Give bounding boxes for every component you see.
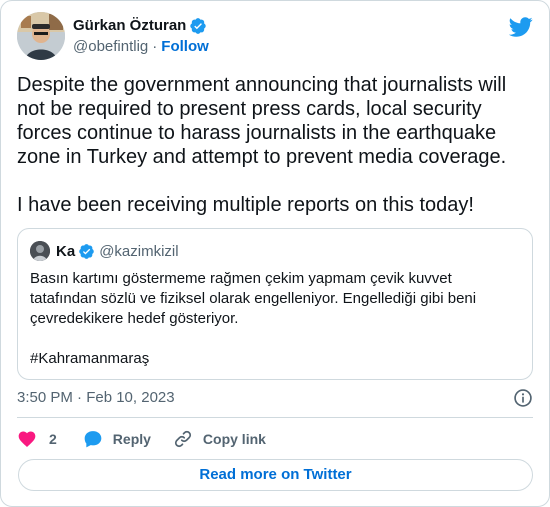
reply-bubble-icon bbox=[84, 431, 102, 448]
copy-link-button[interactable]: Copy link bbox=[173, 429, 266, 449]
quoted-author-handle: @kazimkizil bbox=[99, 242, 179, 260]
tweet-header: Gürkan Özturan @obefintlig · Follow bbox=[17, 12, 533, 62]
handle-separator: · bbox=[152, 38, 158, 55]
twitter-bird-icon[interactable] bbox=[509, 15, 533, 39]
copy-link-label: Copy link bbox=[202, 431, 266, 447]
verified-badge-icon bbox=[79, 243, 94, 259]
author-name-row: Gürkan Özturan bbox=[73, 15, 209, 36]
tweet-timestamp[interactable]: 3:50 PM · Feb 10, 2023 bbox=[17, 389, 175, 406]
quoted-tweet[interactable]: Ka @kazimkizil Basın kartımı göstermeme … bbox=[17, 228, 533, 380]
tweet-embed-card: Gürkan Özturan @obefintlig · Follow Desp… bbox=[0, 0, 550, 507]
quoted-author-avatar-image bbox=[30, 241, 50, 261]
author-handle[interactable]: @obefintlig bbox=[73, 38, 148, 55]
quoted-author-avatar bbox=[30, 241, 50, 261]
author-avatar-image bbox=[17, 12, 65, 60]
tweet-text: Despite the government announcing that j… bbox=[17, 74, 507, 216]
info-icon[interactable] bbox=[513, 388, 533, 408]
reply-label: Reply bbox=[112, 431, 151, 447]
author-handle-row: @obefintlig · Follow bbox=[73, 38, 209, 55]
author-avatar[interactable] bbox=[17, 12, 65, 60]
author-info: Gürkan Özturan @obefintlig · Follow bbox=[73, 15, 209, 55]
like-button[interactable]: 2 bbox=[17, 429, 57, 449]
link-icon bbox=[174, 430, 191, 448]
author-name[interactable]: Gürkan Özturan bbox=[73, 17, 186, 34]
reply-button[interactable]: Reply bbox=[83, 429, 151, 449]
like-count: 2 bbox=[49, 431, 57, 447]
verified-badge-icon bbox=[190, 17, 207, 34]
quoted-tweet-header: Ka @kazimkizil bbox=[30, 241, 179, 261]
quoted-tweet-text: Basın kartımı göstermeme rağmen çekim ya… bbox=[30, 270, 477, 367]
heart-icon bbox=[18, 431, 36, 447]
divider bbox=[17, 417, 533, 418]
tweet-meta: 3:50 PM · Feb 10, 2023 bbox=[17, 388, 533, 408]
tweet-actions: 2 Reply Copy link bbox=[17, 427, 266, 451]
read-more-button[interactable]: Read more on Twitter bbox=[18, 459, 533, 491]
follow-button[interactable]: Follow bbox=[161, 38, 209, 55]
quoted-author-name: Ka bbox=[56, 242, 76, 260]
